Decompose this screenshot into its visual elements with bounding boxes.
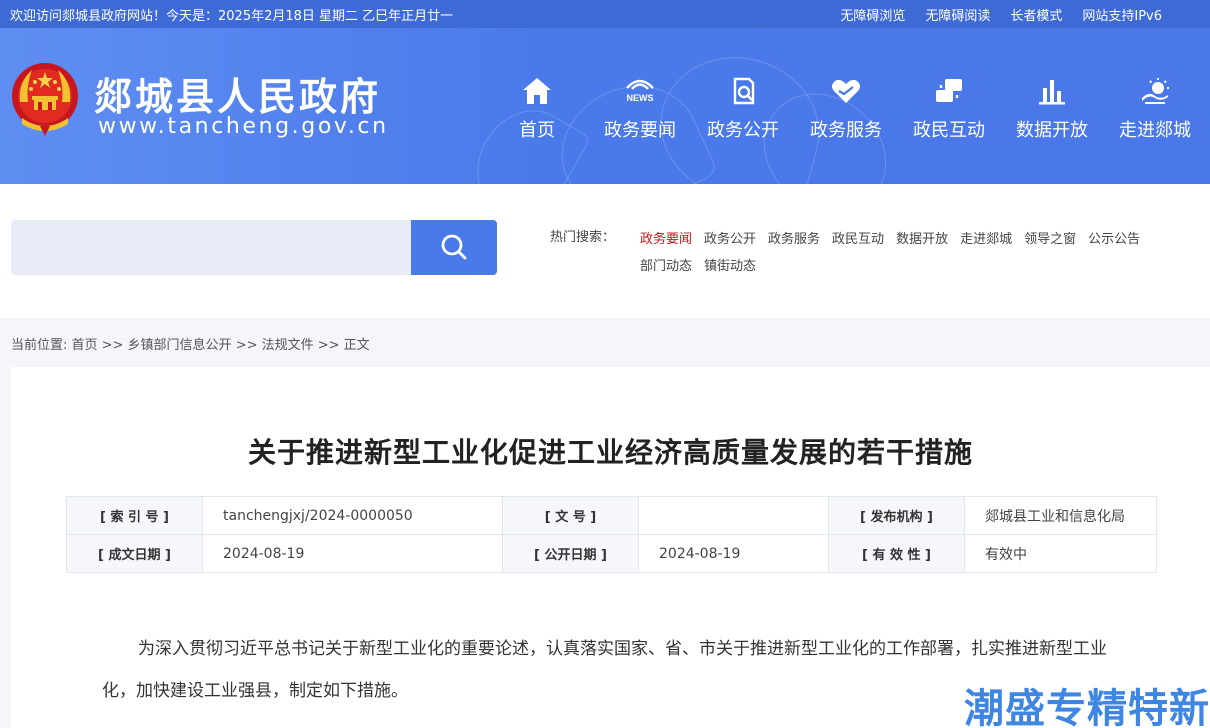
search-area: 热门搜索： 政务要闻 政务公开 政务服务 政民互动 数据开放 走进郯城 领导之窗 公示公告部门… — [0, 184, 1210, 318]
hot-term[interactable]: 部门动态 — [640, 253, 692, 280]
nav-label: 走进郯城 — [1119, 120, 1191, 141]
accessible-browse-link[interactable]: 无障碍浏览 — [840, 5, 905, 24]
hot-search-list: 政务要闻 政务公开 政务服务 政民互动 数据开放 走进郯城 领导之窗 公示公告部门动态 镇街动态 — [640, 226, 1200, 280]
meta-value-published-date: 2024-08-19 — [638, 534, 829, 573]
nav-item-open-data[interactable]: 数据开放 — [1002, 76, 1102, 146]
hot-term[interactable]: 领导之窗 — [1024, 226, 1076, 253]
heart-hands-icon — [832, 79, 860, 103]
hot-search-label: 热门搜索： — [550, 230, 616, 245]
article-title: 关于推进新型工业化促进工业经济高质量发展的若干措施 — [247, 436, 973, 469]
document-search-icon — [733, 77, 755, 105]
document-meta-table: [ 索 引 号 ] tanchengjxj/2024-0000050 [ 文 号… — [66, 496, 1157, 573]
nav-item-services[interactable]: 政务服务 — [796, 76, 896, 146]
hot-term[interactable]: 走进郯城 — [960, 226, 1012, 253]
watermark-text: 潮盛专精特新 — [964, 686, 1210, 728]
news-icon: NEWS — [626, 79, 654, 103]
meta-value-document-number — [638, 496, 829, 535]
search-icon — [441, 234, 467, 260]
hot-term[interactable]: 政务公开 — [704, 226, 756, 253]
elder-mode-link[interactable]: 长者模式 — [1010, 5, 1062, 24]
hot-term[interactable]: 政务服务 — [768, 226, 820, 253]
meta-label: [ 发布机构 ] — [828, 496, 965, 535]
search-button[interactable] — [411, 220, 497, 275]
nav-item-about-city[interactable]: 走进郯城 — [1105, 76, 1205, 146]
welcome-text: 欢迎访问郯城县政府网站！今天是：2025年2月18日 星期二 乙巳年正月廿一 — [10, 9, 454, 24]
hot-term[interactable]: 镇街动态 — [704, 253, 756, 280]
bar-chart-icon — [1039, 80, 1065, 105]
meta-value-publisher: 郯城县工业和信息化局 — [964, 496, 1157, 535]
site-url: www.tancheng.gov.cn — [98, 114, 389, 139]
home-icon — [523, 78, 551, 104]
news-badge: NEWS — [627, 93, 654, 103]
national-emblem-icon — [12, 63, 78, 136]
breadcrumb[interactable]: 当前位置: 首页 >> 乡镇部门信息公开 >> 法规文件 >> 正文 — [11, 334, 370, 353]
top-links: 无障碍浏览 无障碍阅读 长者模式 网站支持IPv6 — [840, 5, 1162, 24]
table-row: [ 索 引 号 ] tanchengjxj/2024-0000050 [ 文 号… — [66, 496, 1157, 535]
hot-term[interactable]: 政民互动 — [832, 226, 884, 253]
nav-label: 政民互动 — [913, 120, 985, 141]
nav-label: 政务服务 — [810, 120, 882, 141]
nav-item-home[interactable]: 首页 — [487, 76, 587, 146]
ipv6-link[interactable]: 网站支持IPv6 — [1082, 5, 1162, 24]
meta-value-index-number: tanchengjxj/2024-0000050 — [202, 496, 503, 535]
table-row: [ 成文日期 ] 2024-08-19 [ 公开日期 ] 2024-08-19 … — [66, 534, 1157, 573]
nav-label: 政务公开 — [707, 120, 779, 141]
nav-label: 政务要闻 — [604, 120, 676, 141]
nav-item-interaction[interactable]: 政民互动 — [899, 76, 999, 146]
main-nav: 首页 NEWS 政务要闻 政务公开 政务服务 政民互动 数据开放 走进郯城 — [500, 76, 1210, 146]
accessible-read-link[interactable]: 无障碍阅读 — [925, 5, 990, 24]
meta-label: [ 公开日期 ] — [502, 534, 639, 573]
hot-term[interactable]: 数据开放 — [896, 226, 948, 253]
hot-term[interactable]: 政务要闻 — [640, 226, 692, 253]
chat-exchange-icon — [936, 79, 962, 102]
article-card: 关于推进新型工业化促进工业经济高质量发展的若干措施 [ 索 引 号 ] tanc… — [11, 367, 1210, 728]
site-title[interactable]: 郯城县人民政府 — [94, 66, 381, 121]
nav-label: 首页 — [519, 120, 555, 141]
landscape-sun-icon — [1142, 78, 1169, 104]
nav-item-open-government[interactable]: 政务公开 — [693, 76, 793, 146]
top-bar: 欢迎访问郯城县政府网站！今天是：2025年2月18日 星期二 乙巳年正月廿一 无… — [0, 0, 1210, 28]
meta-label: [ 索 引 号 ] — [66, 496, 203, 535]
nav-label: 数据开放 — [1016, 120, 1088, 141]
meta-label: [ 成文日期 ] — [66, 534, 203, 573]
meta-label: [ 有 效 性 ] — [828, 534, 965, 573]
meta-value-created-date: 2024-08-19 — [202, 534, 503, 573]
nav-item-news[interactable]: NEWS 政务要闻 — [590, 76, 690, 146]
meta-value-validity: 有效中 — [964, 534, 1157, 573]
search-input[interactable] — [11, 220, 411, 275]
site-header: 郯城县人民政府 www.tancheng.gov.cn 首页 NEWS 政务要闻… — [0, 28, 1210, 184]
meta-label: [ 文 号 ] — [502, 496, 639, 535]
hot-term[interactable]: 公示公告 — [1088, 226, 1140, 253]
